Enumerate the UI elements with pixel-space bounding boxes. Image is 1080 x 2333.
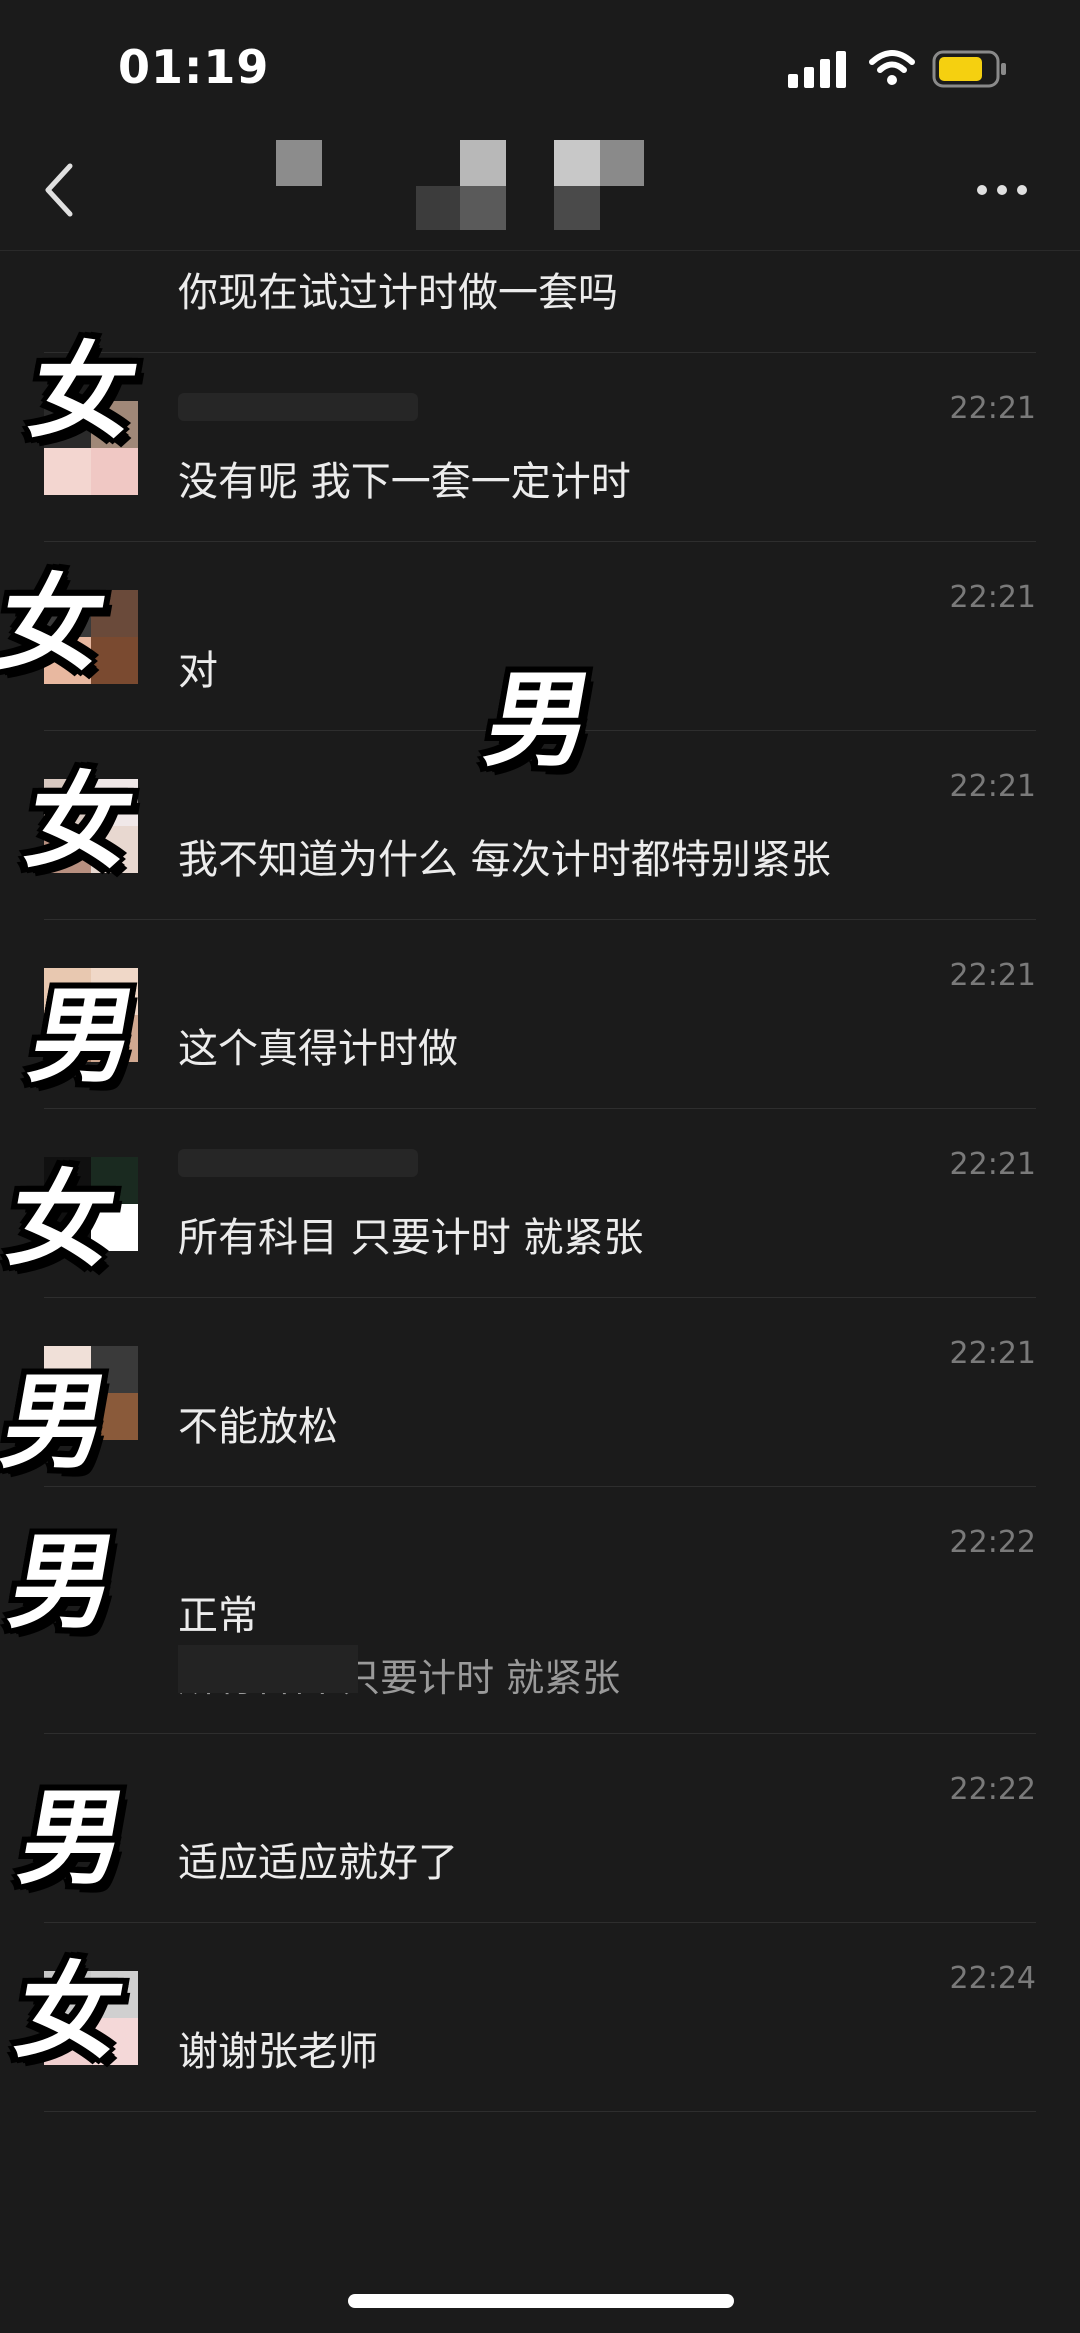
- message-row[interactable]: 22:21 所有科目 只要计时 就紧张: [44, 1109, 1036, 1298]
- quoted-sender-blurred: [178, 1645, 358, 1693]
- message-time: 22:21: [949, 391, 1036, 426]
- gender-sticker: 女: [0, 1159, 125, 1281]
- message-text: 适应适应就好了: [178, 1840, 458, 1886]
- gender-sticker: 女: [17, 761, 143, 883]
- wifi-icon: [869, 50, 915, 85]
- message-text: 这个真得计时做: [178, 1026, 458, 1072]
- gender-sticker: 女: [21, 331, 147, 453]
- gender-sticker: 男: [477, 659, 603, 781]
- message-row[interactable]: 22:22 正常 所有科目 只要计时 就紧张: [44, 1487, 1036, 1734]
- message-text: 我不知道为什么 每次计时都特别紧张: [178, 837, 831, 883]
- gender-sticker: 男: [21, 975, 147, 1097]
- gender-sticker: 女: [7, 1951, 133, 2073]
- gender-sticker: 男: [11, 1777, 137, 1899]
- home-indicator[interactable]: [348, 2294, 734, 2308]
- message-time: 22:24: [949, 1961, 1036, 1996]
- gender-sticker: 男: [1, 1521, 127, 1643]
- message-time: 22:22: [949, 1525, 1036, 1560]
- message-text: 没有呢 我下一套一定计时: [178, 459, 631, 505]
- chat-history-list: 你现在试过计时做一套吗 22:21 没有呢 我下一套一定计时 22:21 对 2…: [0, 250, 1080, 2112]
- message-time: 22:21: [949, 958, 1036, 993]
- message-text: 谢谢张老师: [178, 2029, 378, 2075]
- message-text: 正常: [178, 1593, 258, 1639]
- message-row[interactable]: 22:22 适应适应就好了: [44, 1734, 1036, 1923]
- message-time: 22:21: [949, 769, 1036, 804]
- contact-name-pixelated: [270, 134, 670, 234]
- message-time: 22:21: [949, 1336, 1036, 1371]
- message-time: 22:21: [949, 1147, 1036, 1182]
- message-time: 22:22: [949, 1772, 1036, 1807]
- more-dots-icon[interactable]: [974, 180, 1030, 200]
- message-text: 所有科目 只要计时 就紧张: [178, 1215, 644, 1261]
- message-row[interactable]: 你现在试过计时做一套吗: [44, 250, 1036, 353]
- nav-bar: [0, 130, 1080, 251]
- sender-name-blurred: [178, 393, 418, 421]
- message-text: 你现在试过计时做一套吗: [178, 270, 618, 316]
- gender-sticker: 男: [0, 1361, 119, 1483]
- status-time: 01:19: [118, 40, 270, 94]
- message-row[interactable]: 22:21 没有呢 我下一套一定计时: [44, 353, 1036, 542]
- message-row[interactable]: 22:21 这个真得计时做: [44, 920, 1036, 1109]
- message-time: 22:21: [949, 580, 1036, 615]
- message-row[interactable]: 22:21 不能放松: [44, 1298, 1036, 1487]
- message-text: 对: [178, 648, 218, 694]
- battery-icon: [932, 50, 1006, 88]
- message-row[interactable]: 22:24 谢谢张老师: [44, 1923, 1036, 2112]
- gender-sticker: 女: [0, 563, 115, 685]
- sender-name-blurred: [178, 1149, 418, 1177]
- status-bar: 01:19: [0, 0, 1080, 130]
- message-text: 不能放松: [178, 1404, 338, 1450]
- signal-icon: [788, 51, 846, 88]
- chevron-left-icon[interactable]: [38, 160, 82, 220]
